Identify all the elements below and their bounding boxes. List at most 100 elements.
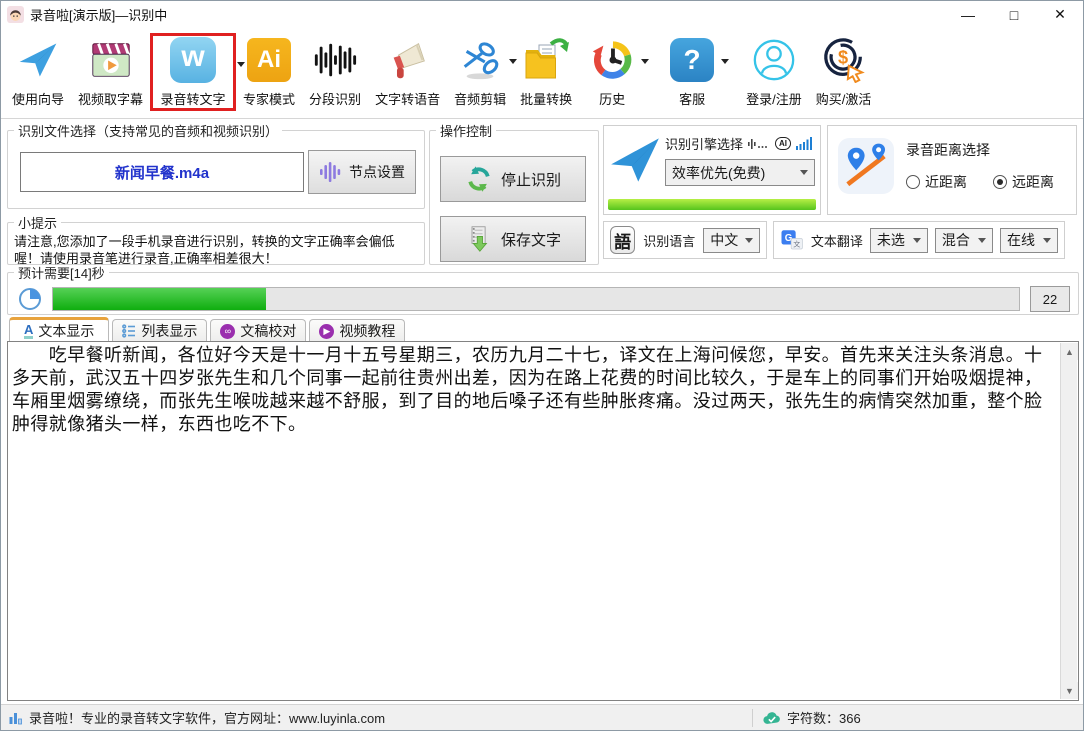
status-char-count: 字符数：366 [787, 708, 861, 727]
translate-mode-value: 混合 [942, 230, 970, 250]
save-text-button[interactable]: 保存文字 [440, 216, 586, 262]
tab-proofread[interactable]: ∞ 文稿校对 [210, 319, 306, 342]
toolbar-label: 文字转语音 [375, 89, 440, 108]
folder-convert-icon [522, 36, 570, 84]
toolbar-item-video-subtitle[interactable]: 视频取字幕 [71, 33, 150, 108]
tab-label: 列表显示 [141, 321, 197, 341]
language-panel: 語 识别语言 中文 [603, 221, 767, 259]
play-icon: ▶ [319, 324, 334, 339]
view-tabs: A 文本显示 列表显示 ∞ 文稿校对 ▶ 视频教程 [9, 317, 405, 342]
language-combobox-value: 中文 [710, 230, 738, 250]
svg-text:文: 文 [793, 239, 800, 248]
signal-bars-icon [796, 137, 812, 150]
minimize-button[interactable]: — [945, 1, 991, 28]
engine-select-label: 识别引擎选择 [665, 134, 743, 153]
tab-label: 视频教程 [339, 321, 395, 341]
engine-combobox[interactable]: 效率优先(免费) [665, 159, 815, 186]
toolbar-item-support[interactable]: ? 客服 [659, 33, 725, 108]
progress-bar [52, 287, 1020, 311]
transcript-text[interactable]: 吃早餐听新闻，各位好今天是十一月十五号星期三，农历九月二十七，译文在上海问候您，… [12, 344, 1059, 698]
node-settings-label: 节点设置 [349, 162, 405, 182]
bar-chart-icon [9, 711, 23, 725]
distance-panel: 录音距离选择 近距离 远距离 [827, 125, 1077, 215]
tab-video-tutorial[interactable]: ▶ 视频教程 [309, 319, 405, 342]
chevron-down-icon [913, 238, 921, 243]
translate-panel: G 文 文本翻译 未选 混合 在线 [773, 221, 1065, 259]
toolbar-item-usage-wizard[interactable]: 使用向导 [5, 33, 71, 108]
toolbar-item-expert-mode[interactable]: Ai 专家模式 [236, 33, 302, 108]
paper-plane-icon [14, 36, 62, 84]
distance-title: 录音距离选择 [906, 140, 1054, 160]
translate-source-value: 未选 [877, 230, 905, 250]
clapperboard-icon [87, 36, 135, 84]
infinity-icon: ∞ [220, 324, 235, 339]
tab-label: 文本显示 [38, 321, 94, 341]
progress-fill [53, 288, 266, 310]
toolbar-label: 批量转换 [520, 89, 572, 108]
list-icon [122, 324, 136, 338]
radio-circle-icon [993, 175, 1007, 189]
translate-online-combobox[interactable]: 在线 [1000, 228, 1058, 253]
stop-recognition-label: 停止识别 [501, 169, 561, 190]
maximize-button[interactable]: □ [991, 1, 1037, 28]
dropdown-caret-icon[interactable] [721, 59, 729, 64]
toolbar-item-audio-to-text[interactable]: w 录音转文字 [150, 33, 236, 111]
title-bar: 录音啦[演示版]—识别中 — □ ✕ [1, 1, 1083, 28]
save-icon [465, 225, 493, 253]
radio-near-label: 近距离 [925, 172, 967, 192]
dollar-circle-icon: $ [820, 36, 868, 84]
tip-panel: 小提示 请注意,您添加了一段手机录音进行识别，转换的文字正确率会偏低喔！请使用录… [7, 213, 425, 265]
chevron-down-icon [978, 238, 986, 243]
operation-control-panel: 操作控制 停止识别 保存文字 [429, 121, 599, 265]
radio-far-distance[interactable]: 远距离 [993, 172, 1054, 192]
waveform-icon [311, 36, 359, 84]
stop-recognition-button[interactable]: 停止识别 [440, 156, 586, 202]
toolbar-item-segment-recognition[interactable]: 分段识别 [302, 33, 368, 108]
save-text-label: 保存文字 [501, 229, 561, 250]
radio-near-distance[interactable]: 近距离 [906, 172, 967, 192]
question-badge-icon: ? [668, 36, 716, 84]
toolbar-item-audio-clip[interactable]: 音频剪辑 [447, 33, 513, 108]
status-bar: 录音啦！专业的录音转文字软件，官方网址：www.luyinla.com 字符数：… [1, 704, 1083, 730]
send-plane-icon [609, 132, 661, 188]
scroll-down-icon[interactable]: ▼ [1061, 682, 1078, 699]
engine-panel: 识别引擎选择 AI 效率优先(免费) [603, 125, 821, 215]
dropdown-caret-icon[interactable] [641, 59, 649, 64]
status-left-text: 录音啦！专业的录音转文字软件，官方网址：www.luyinla.com [29, 708, 385, 727]
tip-panel-title: 小提示 [14, 213, 61, 232]
toolbar-label: 历史 [599, 89, 625, 108]
toolbar-item-history[interactable]: 历史 [579, 33, 645, 108]
progress-panel: 预计需要[14]秒 22 [7, 263, 1079, 315]
toolbar-item-login[interactable]: 登录/注册 [739, 33, 809, 108]
w-badge-icon: w [169, 36, 217, 84]
toolbar-label: 登录/注册 [746, 89, 802, 108]
translate-source-combobox[interactable]: 未选 [870, 228, 928, 253]
selected-file-field[interactable]: 新闻早餐.m4a [20, 152, 304, 192]
svg-text:$: $ [838, 47, 848, 67]
toolbar-label: 购买/激活 [816, 89, 872, 108]
megaphone-icon [384, 36, 432, 84]
toolbar-label: 专家模式 [243, 89, 295, 108]
vertical-scrollbar[interactable]: ▲ ▼ [1060, 343, 1077, 699]
translate-online-value: 在线 [1007, 230, 1035, 250]
cloud-check-icon [763, 711, 781, 725]
tab-text-display[interactable]: A 文本显示 [9, 317, 109, 342]
node-settings-button[interactable]: 节点设置 [308, 150, 416, 194]
main-toolbar: 使用向导 视频取字幕 w 录音转文字 Ai [1, 28, 1083, 119]
toolbar-label: 录音转文字 [161, 89, 226, 108]
file-panel-title: 识别文件选择（支持常见的音频和视频识别） [14, 121, 282, 140]
tab-list-display[interactable]: 列表显示 [112, 319, 207, 342]
close-button[interactable]: ✕ [1037, 1, 1083, 28]
progress-title: 预计需要[14]秒 [14, 263, 109, 282]
progress-value: 22 [1030, 286, 1070, 312]
language-badge-icon[interactable]: 語 [610, 226, 635, 254]
refresh-icon [465, 165, 493, 193]
toolbar-item-batch-convert[interactable]: 批量转换 [513, 33, 579, 108]
translate-mode-combobox[interactable]: 混合 [935, 228, 993, 253]
scroll-up-icon[interactable]: ▲ [1061, 343, 1078, 360]
toolbar-item-text-to-speech[interactable]: 文字转语音 [368, 33, 447, 108]
chevron-down-icon [1043, 238, 1051, 243]
toolbar-item-purchase[interactable]: $ 购买/激活 [809, 33, 879, 108]
radio-far-label: 远距离 [1012, 172, 1054, 192]
language-combobox[interactable]: 中文 [703, 228, 760, 253]
